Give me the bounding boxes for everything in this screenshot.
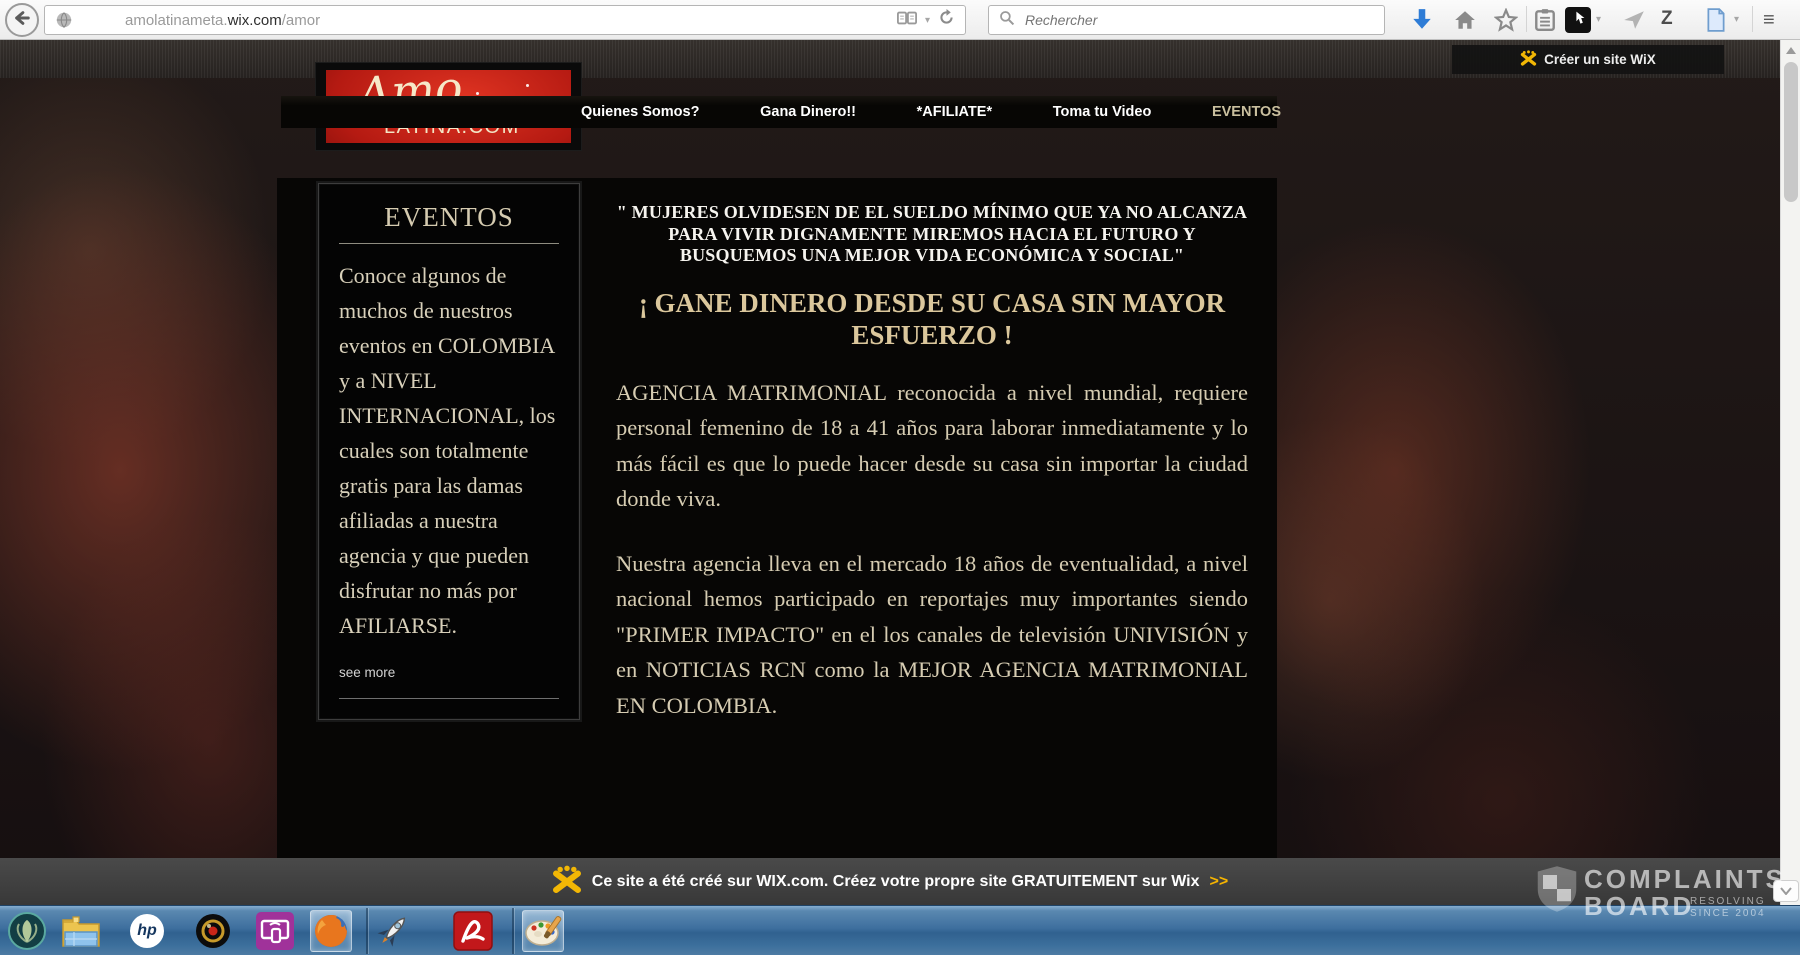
page-scrollbar[interactable]	[1780, 40, 1800, 905]
taskbar-separator	[512, 908, 514, 954]
wix-create-site-banner[interactable]: Créer un site WiX	[1452, 45, 1724, 74]
scrollbar-thumb[interactable]	[1784, 62, 1798, 202]
events-panel-bottom-rule	[339, 698, 559, 699]
download-icon[interactable]	[1408, 6, 1436, 34]
wix-logo-icon	[552, 865, 582, 898]
scrollbar-down-icon[interactable]	[1773, 880, 1799, 902]
bookmark-star-icon[interactable]	[1492, 6, 1520, 34]
wix-logo-icon	[1520, 50, 1537, 69]
screen-cast-icon[interactable]	[254, 910, 296, 952]
url-subdomain: amolatinameta.	[125, 12, 228, 29]
browser-toolbar: amolatinameta.wix.com/amor ▾	[0, 0, 1800, 40]
bookmarks-list-icon[interactable]	[1531, 6, 1559, 34]
start-shell-icon[interactable]	[6, 910, 48, 952]
scrollbar-up-icon[interactable]	[1781, 42, 1800, 58]
wix-banner-label: Créer un site WiX	[1544, 52, 1656, 67]
paint-icon[interactable]	[522, 910, 564, 952]
url-path: /amor	[282, 12, 320, 29]
events-panel-body: Conoce algunos de muchos de nuestros eve…	[339, 258, 559, 643]
rocket-icon[interactable]	[372, 910, 414, 952]
windows-taskbar: hp	[0, 905, 1800, 955]
back-button[interactable]	[5, 3, 39, 37]
hand-pointer-extension-button[interactable]	[1565, 7, 1591, 33]
search-bar[interactable]	[988, 5, 1385, 35]
z-icon[interactable]: Z	[1661, 8, 1673, 30]
adobe-reader-icon[interactable]	[452, 910, 494, 952]
nav-item-afiliate[interactable]: *AFILIATE*	[917, 104, 992, 120]
page-icon[interactable]	[1702, 6, 1730, 34]
wix-footer-bar[interactable]: Ce site a été créé sur WIX.com. Créez vo…	[0, 858, 1780, 905]
bookmark-dropdown-caret-icon[interactable]: ▾	[925, 15, 930, 26]
hp-icon[interactable]: hp	[126, 910, 168, 952]
reader-mode-icon[interactable]	[897, 10, 917, 31]
events-panel: EVENTOS Conoce algunos de muchos de nues…	[318, 183, 580, 720]
nav-item-eventos[interactable]: EVENTOS	[1212, 104, 1281, 120]
page-content-area: EVENTOS Conoce algunos de muchos de nues…	[277, 178, 1277, 858]
hp-logo-label: hp	[130, 914, 164, 948]
search-input[interactable]	[1023, 11, 1384, 29]
article-paragraph-1: AGENCIA MATRIMONIAL reconocida a nivel m…	[616, 375, 1248, 517]
toolbar-separator	[1752, 6, 1753, 32]
back-icon	[13, 9, 31, 32]
url-domain: wix.com	[228, 12, 282, 29]
see-more-link[interactable]: see more	[339, 665, 395, 680]
sparkle	[526, 84, 529, 87]
url-bar[interactable]: amolatinameta.wix.com/amor ▾	[44, 5, 966, 35]
article-headline: ¡ GANE DINERO DESDE SU CASA SIN MAYOR ES…	[634, 287, 1230, 351]
globe-icon[interactable]	[55, 11, 73, 29]
article: " MUJERES OLVIDESEN DE EL SUELDO MÍNIMO …	[596, 196, 1268, 723]
home-icon[interactable]	[1451, 6, 1479, 34]
wix-footer-text: Ce site a été créé sur WIX.com. Créez vo…	[592, 873, 1200, 891]
nav-item-toma-tu-video[interactable]: Toma tu Video	[1053, 104, 1152, 120]
events-panel-rule	[339, 243, 559, 244]
send-plane-icon[interactable]	[1620, 6, 1648, 34]
toolbar-separator	[1526, 6, 1527, 32]
webcam-icon[interactable]	[192, 910, 234, 952]
reload-icon[interactable]	[938, 9, 955, 31]
explorer-folder-icon[interactable]	[60, 910, 102, 952]
events-panel-title: EVENTOS	[339, 202, 559, 233]
article-paragraph-2: Nuestra agencia lleva en el mercado 18 a…	[616, 546, 1248, 724]
hand-pointer-caret-icon[interactable]: ▾	[1596, 14, 1601, 25]
hand-pointer-icon	[1570, 10, 1586, 31]
nav-item-gana-dinero[interactable]: Gana Dinero!!	[760, 104, 856, 120]
article-quote: " MUJERES OLVIDESEN DE EL SUELDO MÍNIMO …	[616, 202, 1248, 267]
sparkle	[476, 92, 479, 95]
wix-footer-arrow-link[interactable]: >>	[1210, 873, 1229, 891]
menu-icon[interactable]: ≡	[1763, 8, 1775, 32]
browser-viewport: Créer un site WiX Amo LATINA.COM Quienes…	[0, 40, 1800, 905]
nav-item-quienes-somos[interactable]: Quienes Somos?	[581, 104, 699, 120]
page-caret-icon[interactable]: ▾	[1734, 14, 1739, 25]
firefox-icon[interactable]	[310, 910, 352, 952]
search-icon	[989, 10, 1023, 31]
main-nav: Quienes Somos? Gana Dinero!! *AFILIATE* …	[281, 96, 1277, 128]
screen: amolatinameta.wix.com/amor ▾	[0, 0, 1800, 955]
taskbar-separator	[366, 908, 368, 954]
url-text: amolatinameta.wix.com/amor	[125, 12, 320, 29]
